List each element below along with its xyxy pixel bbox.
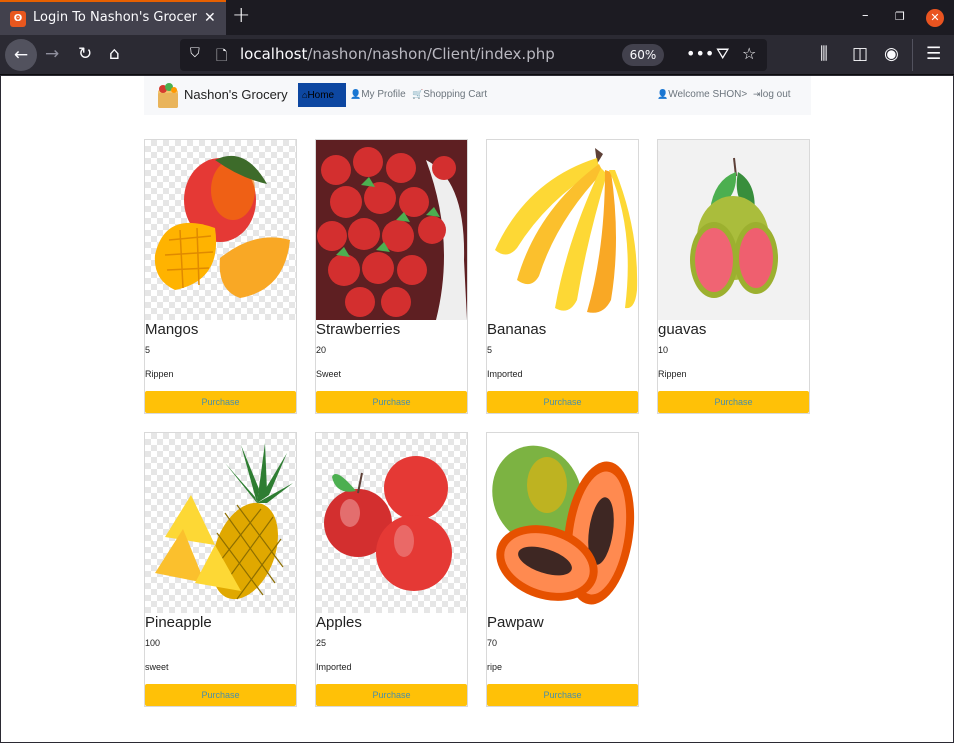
tab-title: Login To Nashon's Grocer: [33, 10, 197, 25]
product-card-strawberries: Strawberries 20 Sweet Purchase: [315, 139, 468, 414]
site-navbar: Nashon's Grocery ⌂Home 👤My Profile 🛒Shop…: [144, 76, 811, 115]
page-icon: 🗋: [216, 48, 228, 64]
purchase-button[interactable]: Purchase: [487, 391, 638, 413]
page-viewport: Nashon's Grocery ⌂Home 👤My Profile 🛒Shop…: [1, 76, 953, 742]
nav-my-profile[interactable]: 👤My Profile: [350, 89, 406, 100]
sidebar-icon[interactable]: ◫: [852, 44, 868, 64]
product-image-guavas: [658, 140, 809, 320]
product-name: Pineapple: [145, 614, 212, 631]
product-card-guavas: guavas 10 Rippen Purchase: [657, 139, 810, 414]
product-description: Rippen: [145, 369, 174, 379]
product-description: Sweet: [316, 369, 342, 379]
product-card-apples: Apples 25 Imported Purchase: [315, 432, 468, 707]
product-name: Pawpaw: [487, 614, 544, 631]
active-tab[interactable]: ʘ Login To Nashon's Grocer ✕: [0, 0, 226, 35]
nav-logout[interactable]: ⇥log out: [753, 89, 791, 100]
user-icon: 👤: [350, 89, 362, 99]
product-image-bananas: [487, 140, 638, 320]
cart-icon: 🛒: [412, 89, 424, 99]
home-icon[interactable]: ⌂: [109, 44, 120, 64]
product-description: Imported: [316, 662, 352, 672]
product-card-bananas: Bananas 5 Imported Purchase: [486, 139, 639, 414]
library-icon[interactable]: ⫼: [820, 44, 828, 64]
browser-toolbar: ← → ↻ ⌂ ⛉ 🗋 localhost/nashon/nashon/Clie…: [0, 35, 954, 75]
product-quantity: 10: [658, 345, 669, 355]
grocery-bag-icon[interactable]: [156, 81, 180, 109]
purchase-button[interactable]: Purchase: [145, 391, 296, 413]
product-name: guavas: [658, 321, 707, 338]
product-image-strawberries: [316, 140, 467, 320]
product-name: Apples: [316, 614, 362, 631]
back-arrow-icon[interactable]: ←: [5, 39, 37, 71]
toolbar-divider: [912, 39, 913, 71]
nav-welcome-label: Welcome SHON>: [668, 89, 748, 100]
purchase-button[interactable]: Purchase: [316, 391, 467, 413]
window-close-icon[interactable]: ✕: [926, 9, 944, 27]
nav-cart-label: Shopping Cart: [423, 89, 488, 100]
product-quantity: 25: [316, 638, 327, 648]
reload-icon[interactable]: ↻: [78, 44, 92, 64]
forward-arrow-icon[interactable]: →: [45, 44, 59, 64]
hamburger-menu-icon[interactable]: ☰: [926, 44, 941, 64]
zoom-level[interactable]: 60%: [622, 44, 664, 66]
restore-icon[interactable]: ❐: [895, 10, 905, 23]
purchase-button[interactable]: Purchase: [487, 684, 638, 706]
product-description: ripe: [487, 662, 503, 672]
product-image-pineapple: [145, 433, 296, 613]
account-icon[interactable]: ◉: [884, 44, 899, 64]
product-description: Imported: [487, 369, 523, 379]
nav-home-label: Home: [307, 90, 335, 101]
product-card-pawpaw: Pawpaw 70 ripe Purchase: [486, 432, 639, 707]
url-text[interactable]: localhost/nashon/nashon/Client/index.php: [240, 45, 555, 63]
nav-home[interactable]: ⌂Home: [298, 83, 346, 107]
brand-name[interactable]: Nashon's Grocery: [184, 87, 288, 102]
product-quantity: 5: [487, 345, 493, 355]
xampp-icon: ʘ: [10, 11, 26, 27]
url-host: localhost: [240, 45, 308, 63]
product-quantity: 5: [145, 345, 151, 355]
pocket-icon[interactable]: ⛛: [716, 44, 729, 64]
new-tab-icon[interactable]: +: [232, 3, 250, 28]
logout-icon: ⇥: [753, 89, 761, 99]
product-image-apples: [316, 433, 467, 613]
nav-logout-label: log out: [760, 89, 791, 100]
close-tab-icon[interactable]: ✕: [204, 10, 216, 26]
product-description: sweet: [145, 662, 169, 672]
more-actions-icon[interactable]: •••: [686, 44, 714, 63]
user-icon: 👤: [657, 89, 669, 99]
nav-profile-label: My Profile: [361, 89, 406, 100]
product-image-mangos: [145, 140, 296, 320]
product-name: Mangos: [145, 321, 199, 338]
tab-strip: ʘ Login To Nashon's Grocer ✕ + – ❐ ✕: [0, 0, 954, 35]
product-quantity: 100: [145, 638, 161, 648]
product-description: Rippen: [658, 369, 687, 379]
product-quantity: 20: [316, 345, 327, 355]
purchase-button[interactable]: Purchase: [316, 684, 467, 706]
nav-shopping-cart[interactable]: 🛒Shopping Cart: [412, 89, 487, 100]
product-name: Bananas: [487, 321, 547, 338]
product-quantity: 70: [487, 638, 498, 648]
purchase-button[interactable]: Purchase: [145, 684, 296, 706]
url-path: /nashon/nashon/Client/index.php: [307, 45, 555, 63]
nav-welcome-user[interactable]: 👤Welcome SHON>: [657, 89, 747, 100]
shield-icon[interactable]: ⛉: [190, 46, 200, 61]
minimize-icon[interactable]: –: [862, 8, 869, 23]
address-bar[interactable]: ⛉ 🗋 localhost/nashon/nashon/Client/index…: [180, 39, 767, 71]
product-name: Strawberries: [316, 321, 401, 338]
product-card-mangos: Mangos 5 Rippen Purchase: [144, 139, 297, 414]
purchase-button[interactable]: Purchase: [658, 391, 809, 413]
product-card-pineapple: Pineapple 100 sweet Purchase: [144, 432, 297, 707]
bookmark-star-icon[interactable]: ☆: [742, 44, 756, 63]
product-image-pawpaw: [487, 433, 638, 613]
